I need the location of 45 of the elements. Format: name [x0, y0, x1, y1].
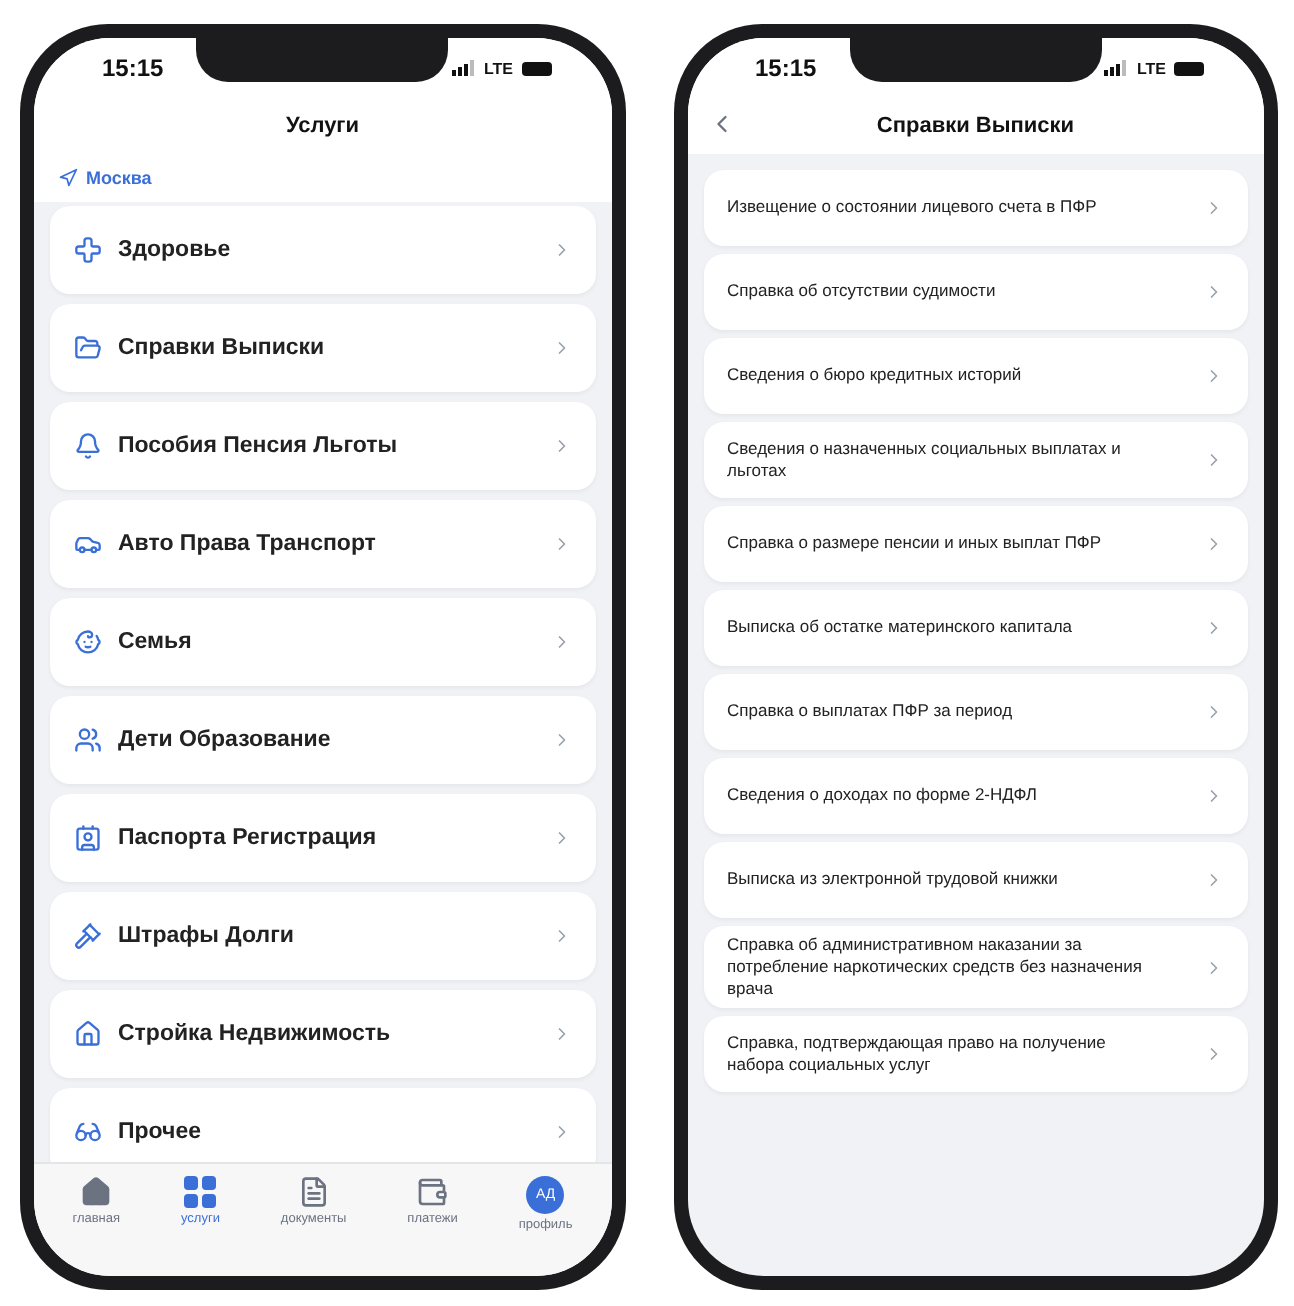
category-item[interactable]: Семья [50, 598, 595, 686]
category-item[interactable]: Стройка Недвижимость [50, 990, 595, 1078]
battery-icon [1174, 61, 1204, 75]
network-label: LTE [1136, 59, 1166, 77]
document-item[interactable]: Сведения о доходах по форме 2-НДФЛ [703, 758, 1248, 834]
document-item[interactable]: Извещение о состоянии лицевого счета в ПФР [703, 170, 1248, 246]
signal-icon [1104, 60, 1129, 76]
document-item[interactable]: Справка об отсутствии судимости [703, 254, 1248, 330]
document-item[interactable]: Сведения о бюро кредитных историй [703, 338, 1248, 414]
gavel-icon [74, 922, 102, 950]
status-time: 15:15 [102, 54, 164, 82]
document-item[interactable]: Справка, подтверждающая право на получение набора социальных услуг [703, 1016, 1248, 1093]
document-item[interactable]: Справка о размере пенсии и иных выплат ПФР [703, 506, 1248, 582]
status-time: 15:15 [755, 54, 817, 82]
plus-icon [74, 236, 102, 264]
screen-title: Справки Выписки [876, 114, 1075, 138]
document-icon [297, 1176, 330, 1208]
category-item[interactable]: Здоровье [50, 206, 595, 294]
signal-icon [451, 60, 476, 76]
document-item[interactable]: Справка об административном наказании за потребление наркотических средств без назначения врача [703, 926, 1248, 1009]
category-item[interactable]: Прочее [50, 1088, 595, 1162]
category-item[interactable]: Пособия Пенсия Льготы [50, 402, 595, 490]
house-icon [74, 1020, 102, 1048]
bell-icon [74, 432, 102, 460]
people-icon [74, 726, 102, 754]
category-item[interactable]: Справки Выписки [50, 304, 595, 392]
document-item[interactable]: Сведения о назначенных социальных выплатах и льготах [703, 422, 1248, 498]
home-icon [80, 1176, 113, 1208]
location-link[interactable]: Москва [86, 168, 152, 188]
category-item[interactable]: Штрафы Долги [50, 892, 595, 980]
folder-icon [74, 334, 102, 362]
document-item[interactable]: Справка о выплатах ПФР за период [703, 674, 1248, 750]
glasses-icon [74, 1118, 102, 1146]
location-arrow-icon [58, 168, 78, 188]
battery-icon [521, 61, 551, 75]
category-item[interactable]: Авто Права Транспорт [50, 500, 595, 588]
screen-title: Услуги [285, 114, 360, 138]
wallet-icon [416, 1176, 449, 1208]
category-item[interactable]: Дети Образование [50, 696, 595, 784]
grid-icon [184, 1176, 217, 1208]
category-item[interactable]: Паспорта Регистрация [50, 794, 595, 882]
document-item[interactable]: Выписка из электронной трудовой книжки [703, 842, 1248, 918]
id-card-icon [74, 824, 102, 852]
document-item[interactable]: Выписка об остатке материнского капитала [703, 590, 1248, 666]
network-label: LTE [483, 59, 513, 77]
